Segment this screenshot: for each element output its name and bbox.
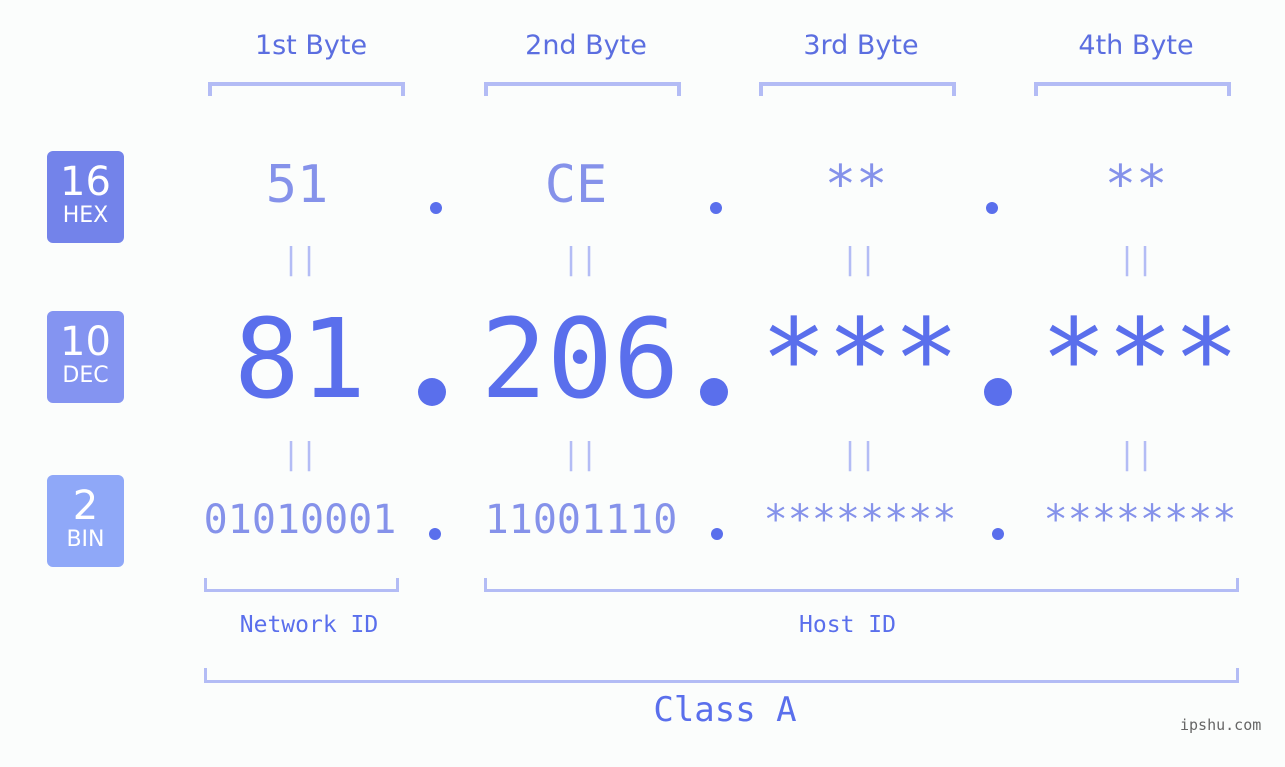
bin-byte-4: ******** bbox=[1043, 497, 1237, 543]
hex-badge: 16 HEX bbox=[47, 151, 124, 243]
equals-sign: || bbox=[281, 437, 319, 472]
dec-base-label: DEC bbox=[62, 363, 109, 388]
dec-dot-1 bbox=[418, 378, 446, 406]
equals-sign: || bbox=[840, 437, 878, 472]
network-id-bracket bbox=[204, 578, 399, 592]
dec-byte-3: *** bbox=[760, 295, 960, 423]
byte-bracket-4 bbox=[1034, 82, 1231, 96]
byte-bracket-3 bbox=[759, 82, 956, 96]
class-bracket bbox=[204, 668, 1239, 683]
equals-sign: || bbox=[1117, 242, 1155, 277]
dec-byte-1: 81 bbox=[233, 295, 367, 423]
host-id-label: Host ID bbox=[799, 612, 896, 638]
byte-header-4: 4th Byte bbox=[1078, 30, 1194, 61]
equals-sign: || bbox=[1117, 437, 1155, 472]
network-id-label: Network ID bbox=[239, 612, 379, 638]
dec-dot-3 bbox=[984, 378, 1012, 406]
hex-dot-2 bbox=[710, 202, 722, 214]
hex-byte-2: CE bbox=[544, 155, 608, 215]
byte-bracket-2 bbox=[484, 82, 681, 96]
equals-sign: || bbox=[561, 437, 599, 472]
bin-byte-1: 01010001 bbox=[203, 497, 397, 543]
hex-base-label: HEX bbox=[62, 203, 109, 228]
bin-base-number: 2 bbox=[72, 483, 99, 529]
byte-header-1: 1st Byte bbox=[254, 30, 368, 61]
brand-watermark: ipshu.com bbox=[1180, 716, 1262, 734]
bin-base-label: BIN bbox=[66, 527, 105, 552]
hex-dot-1 bbox=[430, 202, 442, 214]
dec-base-number: 10 bbox=[60, 319, 111, 365]
byte-header-3: 3rd Byte bbox=[803, 30, 919, 61]
host-id-bracket bbox=[484, 578, 1239, 592]
hex-byte-4: ** bbox=[1104, 155, 1168, 215]
bin-badge: 2 BIN bbox=[47, 475, 124, 567]
dec-badge: 10 DEC bbox=[47, 311, 124, 403]
dec-byte-4: *** bbox=[1040, 295, 1240, 423]
class-label: Class A bbox=[653, 690, 797, 730]
bin-byte-3: ******** bbox=[763, 497, 957, 543]
dec-byte-2: 206 bbox=[480, 295, 680, 423]
dec-dot-2 bbox=[700, 378, 728, 406]
hex-base-number: 16 bbox=[60, 159, 111, 205]
equals-sign: || bbox=[281, 242, 319, 277]
hex-dot-3 bbox=[986, 202, 998, 214]
byte-bracket-1 bbox=[208, 82, 405, 96]
bin-dot-3 bbox=[992, 528, 1004, 540]
bin-byte-2: 11001110 bbox=[484, 497, 678, 543]
hex-byte-1: 51 bbox=[265, 155, 329, 215]
hex-byte-3: ** bbox=[824, 155, 888, 215]
bin-dot-2 bbox=[711, 528, 723, 540]
equals-sign: || bbox=[840, 242, 878, 277]
byte-header-2: 2nd Byte bbox=[525, 30, 647, 61]
bin-dot-1 bbox=[429, 528, 441, 540]
equals-sign: || bbox=[561, 242, 599, 277]
